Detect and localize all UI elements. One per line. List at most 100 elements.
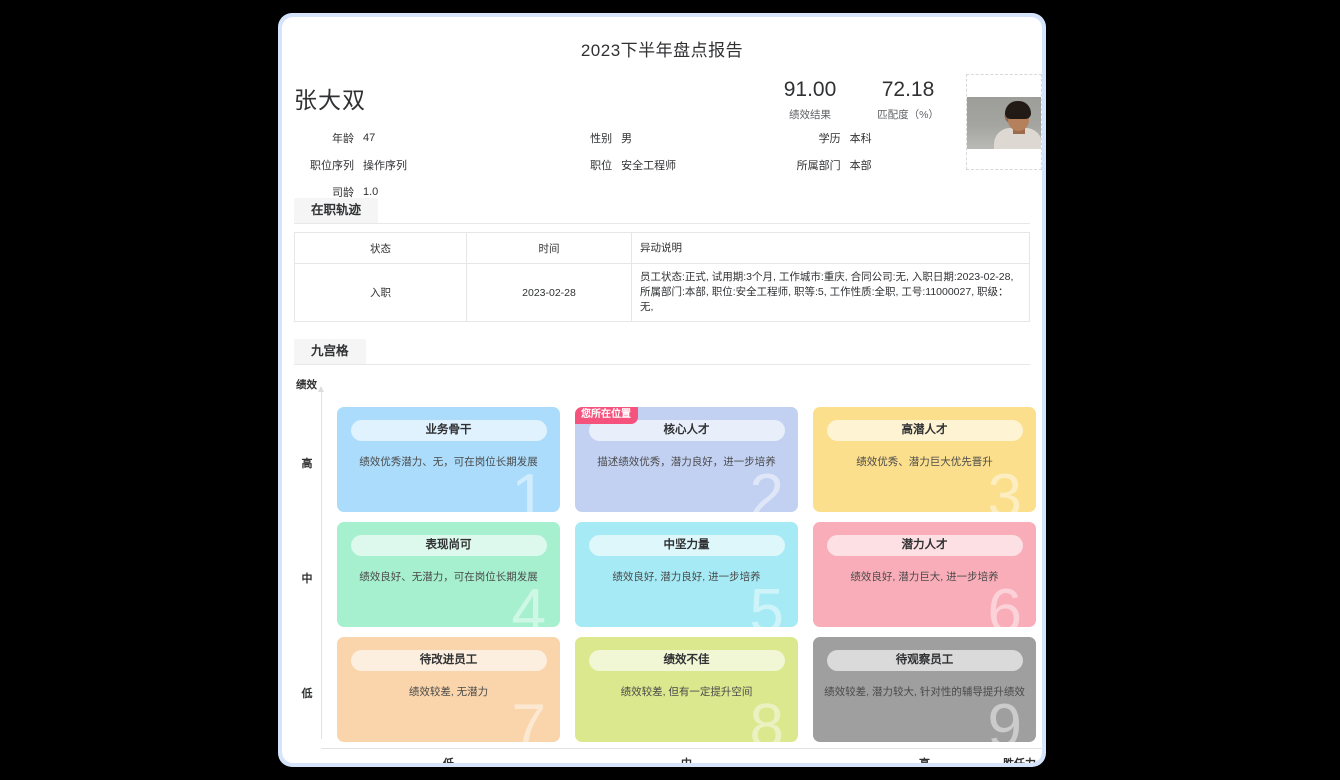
track-table: 状态 时间 异动说明 入职 2023-02-28 员工状态:正式, 试用期:3个… — [294, 232, 1030, 322]
profile-field-row: 年龄 47 性别 男 学历 本科 — [282, 125, 946, 151]
table-row: 入职 2023-02-28 员工状态:正式, 试用期:3个月, 工作城市:重庆,… — [294, 263, 1030, 322]
grid-cell-9[interactable]: 待观察员工 绩效较差, 潜力较大, 针对性的辅导提升绩效 9 — [813, 637, 1036, 742]
field-gender: 性别 男 — [540, 130, 769, 146]
field-job-sequence: 职位序列 操作序列 — [282, 157, 540, 173]
grid-cell-2-number: 2 — [749, 462, 784, 513]
field-department-value: 本部 — [849, 160, 872, 172]
cell-time: 2023-02-28 — [466, 263, 632, 322]
grid-cell-4-number: 4 — [511, 577, 546, 628]
grid-cell-4[interactable]: 表现尚可 绩效良好、无潜力，可在岗位长期发展 4 — [337, 522, 560, 627]
grid-cell-5-desc: 绩效良好, 潜力良好, 进一步培养 — [612, 571, 761, 583]
field-gender-label: 性别 — [590, 133, 613, 145]
field-department-label: 所属部门 — [796, 160, 841, 172]
grid-cell-7[interactable]: 待改进员工 绩效较差, 无潜力 7 — [337, 637, 560, 742]
field-age-value: 47 — [363, 132, 376, 144]
grid-cell-1-number: 1 — [511, 462, 546, 513]
current-position-badge: 您所在位置 — [575, 407, 638, 424]
x-axis-label-low: 低 — [337, 755, 560, 763]
grid-cell-3-title: 高潜人才 — [826, 420, 1023, 441]
grid-cell-5[interactable]: 中坚力量 绩效良好, 潜力良好, 进一步培养 5 — [575, 522, 798, 627]
report-card: 2023下半年盘点报告 张大双 91.00 绩效结果 72.18 匹配度（%） — [282, 17, 1042, 763]
field-position-label: 职位 — [590, 160, 613, 172]
field-position-value: 安全工程师 — [621, 160, 677, 172]
grid-cell-3-number: 3 — [987, 462, 1022, 513]
grid-cell-5-title: 中坚力量 — [588, 535, 785, 556]
field-tenure-value: 1.0 — [363, 186, 379, 198]
grid-cell-6[interactable]: 潜力人才 绩效良好, 潜力巨大, 进一步培养 6 — [813, 522, 1036, 627]
table-header-row: 状态 时间 异动说明 — [294, 232, 1030, 264]
field-tenure-label: 司龄 — [332, 187, 354, 199]
field-job-sequence-label: 职位序列 — [310, 160, 354, 172]
grid-cell-6-title: 潜力人才 — [826, 535, 1023, 556]
grid-cell-9-title: 待观察员工 — [826, 650, 1023, 671]
grid-cell-7-desc: 绩效较差, 无潜力 — [408, 686, 489, 698]
grid-cell-6-desc: 绩效良好, 潜力巨大, 进一步培养 — [850, 571, 999, 583]
grid-cell-9-number: 9 — [987, 692, 1022, 743]
grid-cell-4-desc: 绩效良好、无潜力，可在岗位长期发展 — [359, 571, 538, 583]
field-age: 年龄 47 — [282, 130, 540, 146]
grid-cell-9-desc: 绩效较差, 潜力较大, 针对性的辅导提升绩效 — [824, 686, 1025, 698]
profile-fields: 年龄 47 性别 男 学历 本科 职位序列 操作序列 职位 安全工程师 所属部门… — [282, 125, 1042, 206]
x-axis-labels: 低 中 高 — [337, 755, 1042, 763]
field-position: 职位 安全工程师 — [540, 157, 769, 173]
x-axis-line — [321, 748, 1042, 749]
grid-cell-8-desc: 绩效较差, 但有一定提升空间 — [620, 686, 753, 698]
track-section: 在职轨迹 状态 时间 异动说明 入职 2023-02-28 员工状态:正式, 试… — [294, 197, 1030, 322]
score-match: 72.18 匹配度（%） — [869, 77, 947, 122]
field-tenure: 司龄 1.0 — [282, 184, 540, 200]
col-time: 时间 — [466, 232, 632, 264]
grid-cell-6-number: 6 — [987, 577, 1022, 628]
grid-cell-8-number: 8 — [749, 692, 784, 743]
grid-cell-4-title: 表现尚可 — [350, 535, 547, 556]
score-match-value: 72.18 — [881, 78, 935, 101]
employee-name: 张大双 — [294, 87, 366, 113]
nine-grid-chart: 绩效 高 中 低 业务骨干 绩效优秀潜力、无，可在岗位长期发展 1 您所在位置 … — [294, 377, 1042, 763]
nine-grid-section: 九宫格 — [294, 338, 1030, 365]
field-age-label: 年龄 — [332, 133, 354, 145]
cell-status: 入职 — [294, 263, 467, 322]
col-note: 异动说明 — [631, 232, 1030, 264]
page-title: 2023下半年盘点报告 — [580, 41, 744, 60]
avatar-hair-shape — [1005, 101, 1031, 119]
grid-cell-3[interactable]: 高潜人才 绩效优秀、潜力巨大优先晋升 3 — [813, 407, 1036, 512]
report-frame: 2023下半年盘点报告 张大双 91.00 绩效结果 72.18 匹配度（%） — [278, 13, 1046, 767]
field-education-label: 学历 — [818, 133, 841, 145]
tab-nine-grid[interactable]: 九宫格 — [294, 339, 366, 364]
score-performance-label: 绩效结果 — [789, 109, 831, 121]
nine-grid-cells: 业务骨干 绩效优秀潜力、无，可在岗位长期发展 1 您所在位置 核心人才 描述绩效… — [337, 407, 1042, 742]
score-performance-value: 91.00 — [783, 78, 837, 101]
field-education-value: 本科 — [849, 133, 872, 145]
cell-note: 员工状态:正式, 试用期:3个月, 工作城市:重庆, 合同公司:无, 入职日期:… — [631, 263, 1030, 322]
grid-cell-2-desc: 描述绩效优秀，潜力良好，进一步培养 — [597, 456, 776, 468]
y-axis-label-low: 低 — [301, 688, 313, 700]
profile-field-row: 司龄 1.0 — [282, 179, 946, 205]
field-gender-value: 男 — [621, 133, 633, 145]
x-axis-label-mid: 中 — [575, 755, 798, 763]
score-performance: 91.00 绩效结果 — [771, 77, 849, 122]
grid-cell-7-number: 7 — [511, 692, 546, 743]
y-axis-title: 绩效 — [296, 379, 317, 391]
grid-cell-7-title: 待改进员工 — [350, 650, 547, 671]
screen-root: 2023下半年盘点报告 张大双 91.00 绩效结果 72.18 匹配度（%） — [0, 0, 1340, 780]
y-axis-label-mid: 中 — [301, 573, 313, 585]
profile-field-row: 职位序列 操作序列 职位 安全工程师 所属部门 本部 — [282, 152, 946, 178]
grid-cell-1[interactable]: 业务骨干 绩效优秀潜力、无，可在岗位长期发展 1 — [337, 407, 560, 512]
grid-cell-8-title: 绩效不佳 — [588, 650, 785, 671]
nine-grid-section-header: 九宫格 — [294, 338, 1030, 365]
grid-cell-1-title: 业务骨干 — [350, 420, 547, 441]
x-axis-title: 胜任力 — [1003, 755, 1036, 763]
grid-cell-5-number: 5 — [749, 577, 784, 628]
score-match-label: 匹配度（%） — [877, 109, 939, 121]
grid-cell-1-desc: 绩效优秀潜力、无，可在岗位长期发展 — [359, 456, 538, 468]
profile-header: 张大双 91.00 绩效结果 72.18 匹配度（%） 年龄 47 性别 男 学… — [282, 74, 1042, 199]
field-education: 学历 本科 — [769, 130, 946, 146]
y-axis-line — [318, 386, 324, 739]
grid-cell-8[interactable]: 绩效不佳 绩效较差, 但有一定提升空间 8 — [575, 637, 798, 742]
field-job-sequence-value: 操作序列 — [363, 160, 407, 172]
y-axis-label-high: 高 — [301, 458, 313, 470]
grid-cell-3-desc: 绩效优秀、潜力巨大优先晋升 — [856, 456, 993, 468]
score-group: 91.00 绩效结果 72.18 匹配度（%） — [771, 77, 947, 122]
col-status: 状态 — [294, 232, 467, 264]
grid-cell-2[interactable]: 您所在位置 核心人才 描述绩效优秀，潜力良好，进一步培养 2 — [575, 407, 798, 512]
field-department: 所属部门 本部 — [769, 157, 946, 173]
